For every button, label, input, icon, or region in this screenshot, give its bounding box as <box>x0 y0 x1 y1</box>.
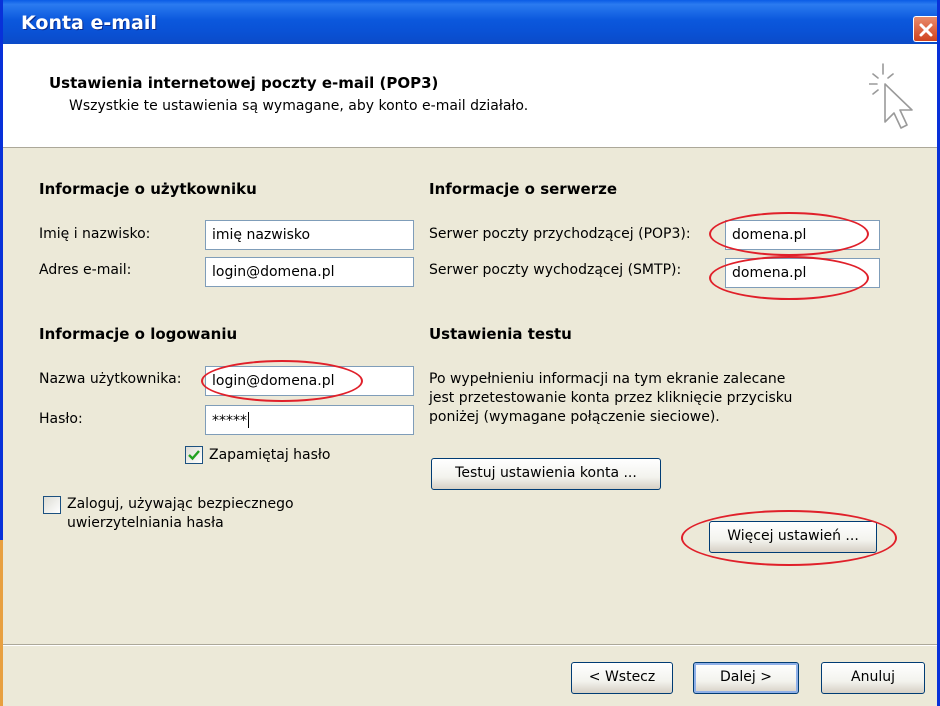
email-field[interactable]: login@domena.pl <box>205 257 414 287</box>
close-button[interactable] <box>913 16 937 42</box>
user-info-section-title: Informacje o użytkowniku <box>39 180 257 198</box>
name-field[interactable]: imię nazwisko <box>205 220 414 250</box>
incoming-server-field[interactable]: domena.pl <box>725 220 880 250</box>
username-field[interactable]: login@domena.pl <box>205 366 414 396</box>
test-account-settings-button[interactable]: Testuj ustawienia konta ... <box>431 458 661 490</box>
test-description-line3: poniżej (wymagane połączenie sieciowe). <box>429 409 720 425</box>
spa-label-line1[interactable]: Zaloguj, używając bezpiecznego <box>67 496 294 512</box>
spa-checkbox[interactable] <box>43 496 61 514</box>
cancel-button[interactable]: Anuluj <box>821 662 925 694</box>
password-label: Hasło: <box>39 411 83 427</box>
login-info-section-title: Informacje o logowaniu <box>39 325 238 343</box>
incoming-server-label: Serwer poczty przychodzącej (POP3): <box>429 226 691 242</box>
password-value: ***** <box>212 413 247 429</box>
next-button[interactable]: Dalej > <box>693 662 799 694</box>
name-label: Imię i nazwisko: <box>39 226 151 242</box>
remember-password-checkbox[interactable] <box>185 446 203 464</box>
test-settings-section-title: Ustawienia testu <box>429 325 572 343</box>
page-subtitle: Wszystkie te ustawienia są wymagane, aby… <box>69 98 529 114</box>
more-settings-button[interactable]: Więcej ustawień ... <box>709 521 877 553</box>
test-description-line2: jest przetestowanie konta przez kliknięc… <box>429 390 793 406</box>
wizard-header: Ustawienia internetowej poczty e-mail (P… <box>3 44 937 148</box>
remember-password-label[interactable]: Zapamiętaj hasło <box>209 447 330 463</box>
page-title: Ustawienia internetowej poczty e-mail (P… <box>49 74 439 92</box>
username-label: Nazwa użytkownika: <box>39 371 182 387</box>
email-accounts-dialog: Konta e-mail Ustawienia internetowej poc… <box>0 0 940 706</box>
window-title: Konta e-mail <box>21 12 157 34</box>
test-description-line1: Po wypełnieniu informacji na tym ekranie… <box>429 371 786 387</box>
server-info-section-title: Informacje o serwerze <box>429 180 618 198</box>
outgoing-server-label: Serwer poczty wychodzącej (SMTP): <box>429 262 682 278</box>
spa-label-line2[interactable]: uwierzytelniania hasła <box>67 515 224 531</box>
close-icon <box>919 23 933 37</box>
checkmark-icon <box>188 450 200 461</box>
left-edge-accent <box>0 540 3 706</box>
password-field[interactable]: ***** <box>205 405 414 435</box>
cursor-sparkle-icon <box>869 63 913 129</box>
title-bar[interactable]: Konta e-mail <box>3 0 937 44</box>
text-caret <box>248 412 249 428</box>
email-label: Adres e-mail: <box>39 262 132 278</box>
footer-divider <box>3 644 937 646</box>
back-button[interactable]: < Wstecz <box>571 662 673 694</box>
outgoing-server-field[interactable]: domena.pl <box>725 258 880 288</box>
